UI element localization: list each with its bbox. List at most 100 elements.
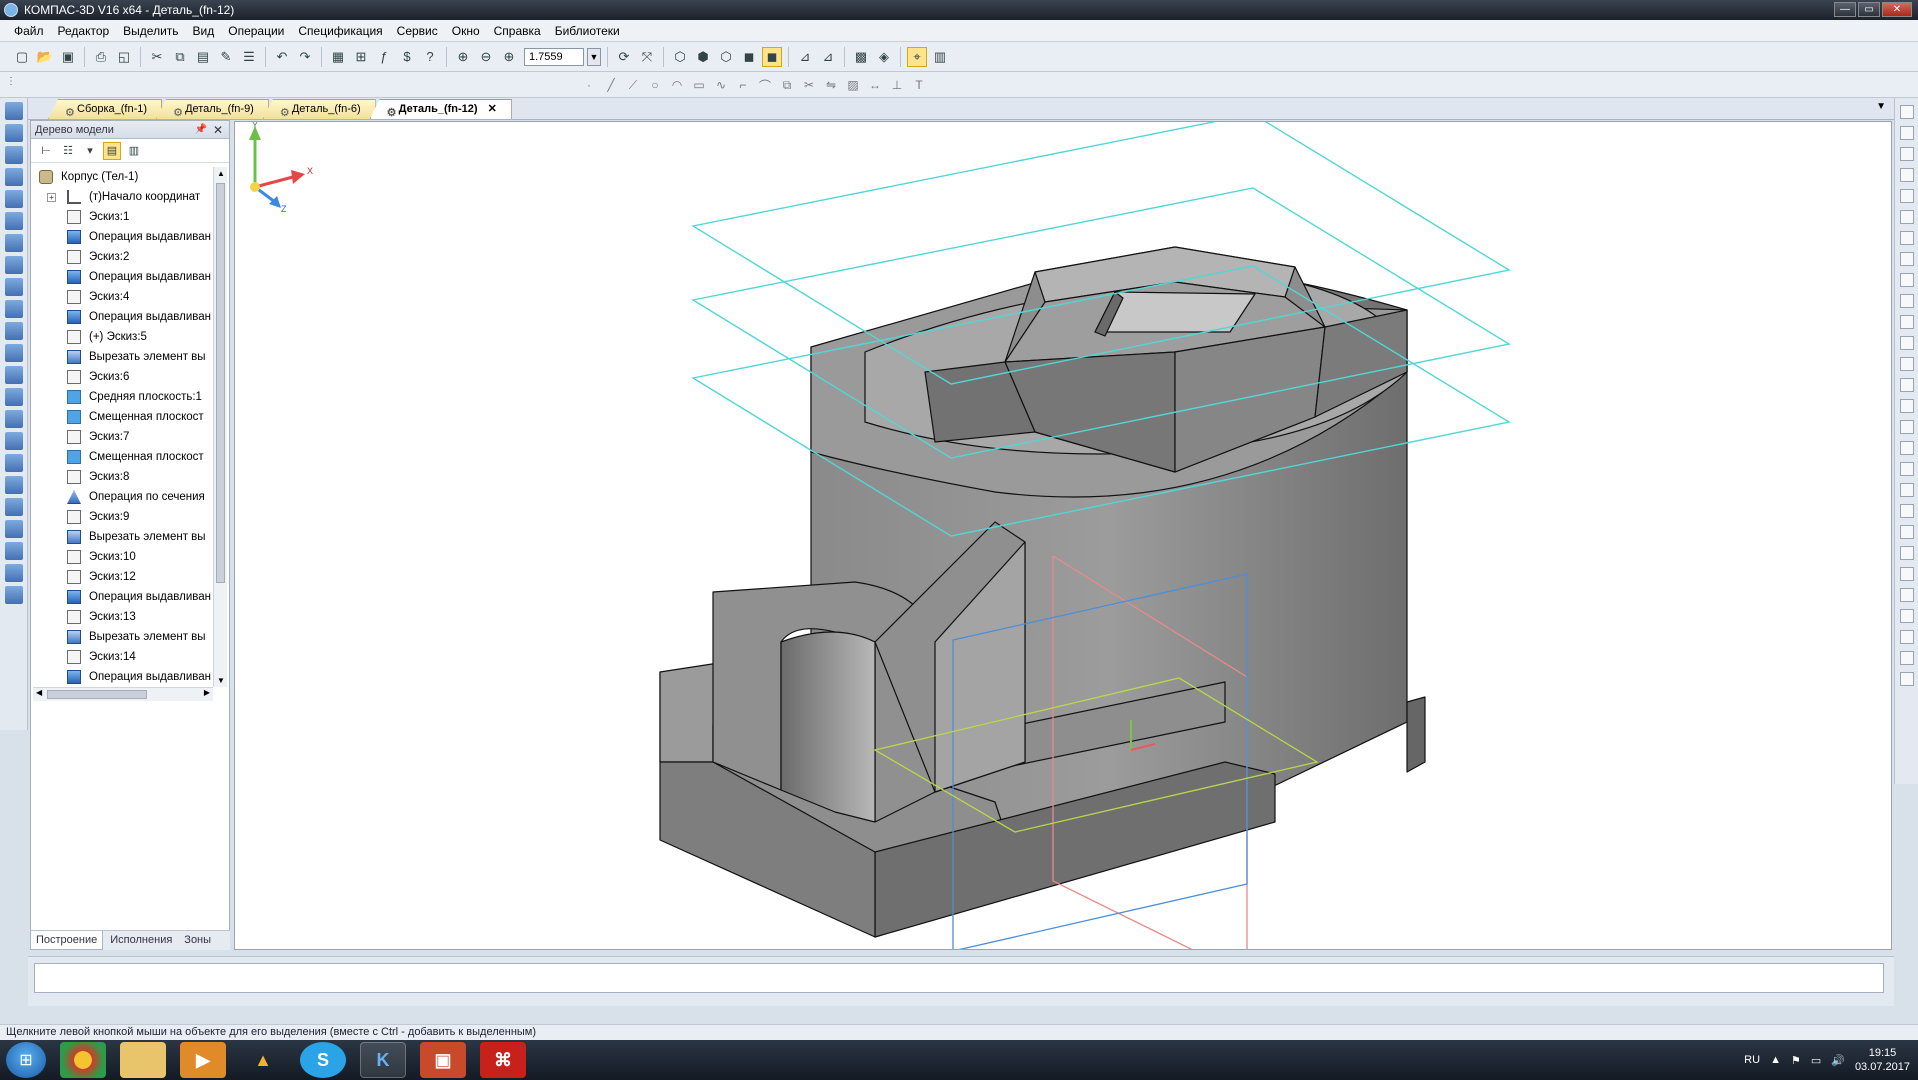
flag-icon[interactable]: ⚑ [1791,1054,1801,1067]
close-tab-icon[interactable]: ✕ [488,103,497,115]
tree-icon[interactable]: ⊞ [351,47,371,67]
tree-item[interactable]: Операция выдавливан [33,227,213,247]
right-tool-26-icon[interactable] [1900,630,1914,644]
right-tool-14-icon[interactable] [1900,378,1914,392]
zoom-in-icon[interactable]: ⊕ [499,47,519,67]
filter-tool-icon[interactable] [5,256,23,274]
right-tool-16-icon[interactable] [1900,420,1914,434]
right-tool-21-icon[interactable] [1900,525,1914,539]
tree-structure-icon[interactable]: ⊢ [37,142,55,160]
right-tool-22-icon[interactable] [1900,546,1914,560]
spline-icon[interactable]: ∿ [712,76,730,94]
rotate-icon[interactable]: ⟳ [614,47,634,67]
skype-icon[interactable]: S [300,1042,346,1078]
right-tool-15-icon[interactable] [1900,399,1914,413]
circle-icon[interactable]: ○ [646,76,664,94]
cut-rotate-tool-icon[interactable] [5,432,23,450]
mirror-tool-icon[interactable] [5,564,23,582]
aimp-icon[interactable]: ▲ [240,1042,286,1078]
variables-icon[interactable]: ƒ [374,47,394,67]
network-icon[interactable]: ▭ [1811,1054,1821,1067]
pattern-tool-icon[interactable] [5,586,23,604]
expand-icon[interactable]: + [47,193,56,202]
polyline-icon[interactable]: ⟋ [624,76,642,94]
start-button[interactable]: ⊞ [6,1042,46,1078]
cut-extrude-tool-icon[interactable] [5,410,23,428]
dimension-icon[interactable]: ↔ [866,76,884,94]
menu-file[interactable]: Файл [14,24,44,38]
report-tool-icon[interactable] [5,300,23,318]
presentation-icon[interactable]: ▣ [420,1042,466,1078]
tree-vertical-scrollbar[interactable]: ▲ ▼ [213,167,227,687]
right-tool-10-icon[interactable] [1900,294,1914,308]
shell-tool-icon[interactable] [5,520,23,538]
tree-item[interactable]: Эскиз:4 [33,287,213,307]
zoom-dropdown-icon[interactable]: ▼ [587,47,601,66]
media-player-icon[interactable]: ▶ [180,1042,226,1078]
tab-zones[interactable]: Зоны [179,931,216,950]
tab-construction[interactable]: Построение [30,931,104,950]
right-tool-11-icon[interactable] [1900,315,1914,329]
menu-editor[interactable]: Редактор [58,24,110,38]
tree-item[interactable]: Эскиз:7 [33,427,213,447]
measure-tool-icon[interactable] [5,234,23,252]
tree-item[interactable]: Операция выдавливан [33,667,213,687]
tree-item[interactable]: Эскиз:8 [33,467,213,487]
layout-icon[interactable]: ▥ [930,47,950,67]
chrome-icon[interactable] [60,1042,106,1078]
scroll-left-icon[interactable]: ◀ [36,688,42,697]
right-tool-19-icon[interactable] [1900,483,1914,497]
scroll-thumb-h[interactable] [47,690,147,699]
toolbar-grip-icon[interactable]: ⋮ [6,76,24,94]
chamfer-icon[interactable]: ⌐ [734,76,752,94]
close-panel-icon[interactable]: ✕ [213,121,223,139]
loft-tool-icon[interactable] [5,388,23,406]
zoom-window-icon[interactable]: ⊕ [453,47,473,67]
right-tool-6-icon[interactable] [1900,210,1914,224]
menu-service[interactable]: Сервис [397,24,438,38]
tree-item[interactable]: + (т)Начало координат [33,187,213,207]
fillet-tool-icon[interactable] [5,454,23,472]
chamfer-tool-icon[interactable] [5,476,23,494]
offset-icon[interactable]: ⧉ [778,76,796,94]
mirror-icon[interactable]: ⇋ [822,76,840,94]
tree-details-icon[interactable]: ▥ [125,142,143,160]
tree-mode-icon[interactable]: ▤ [103,141,121,160]
right-tool-1-icon[interactable] [1900,105,1914,119]
tree-item[interactable]: Эскиз:1 [33,207,213,227]
menu-operations[interactable]: Операции [228,24,284,38]
snap-icon[interactable]: ⌖ [907,46,927,67]
menu-help[interactable]: Справка [494,24,541,38]
edit-tool-icon[interactable] [5,212,23,230]
pin-icon[interactable]: 📌 [195,121,207,139]
rotate-tool-icon[interactable] [5,344,23,362]
scroll-thumb[interactable] [216,183,225,583]
tree-item[interactable]: Операция по сечения [33,487,213,507]
tree-item[interactable]: Операция выдавливан [33,267,213,287]
orientation-icon[interactable]: ⤧ [637,47,657,67]
tree-item[interactable]: Эскиз:12 [33,567,213,587]
tree-item[interactable]: Эскиз:14 [33,647,213,667]
tree-item[interactable]: Операция выдавливан [33,307,213,327]
right-tool-17-icon[interactable] [1900,441,1914,455]
right-tool-3-icon[interactable] [1900,147,1914,161]
model-viewport[interactable]: Y X Z [234,121,1892,950]
section-icon[interactable]: ▩ [851,47,871,67]
right-tool-13-icon[interactable] [1900,357,1914,371]
undo-icon[interactable]: ↶ [272,47,292,67]
tree-item[interactable]: Вырезать элемент вы [33,347,213,367]
properties-input[interactable] [34,963,1884,993]
copy-icon[interactable]: ⧉ [170,47,190,67]
fillet-icon[interactable]: ⌒ [756,76,774,94]
open-file-icon[interactable]: 📂 [35,47,55,67]
select-filter-icon[interactable]: ⊿ [818,47,838,67]
minimize-button[interactable]: — [1834,2,1856,17]
right-tool-12-icon[interactable] [1900,336,1914,350]
hidden-lines-icon[interactable]: ⬢ [693,47,713,67]
right-tool-18-icon[interactable] [1900,462,1914,476]
tree-item[interactable]: Эскиз:2 [33,247,213,267]
halftone-edges-icon[interactable]: ◼ [762,46,782,67]
light-icon[interactable]: ◈ [874,47,894,67]
tabs-dropdown-icon[interactable]: ▼ [1876,101,1886,112]
tab-assembly-fn1[interactable]: ⚙ Сборка_(fn-1) [48,99,163,119]
